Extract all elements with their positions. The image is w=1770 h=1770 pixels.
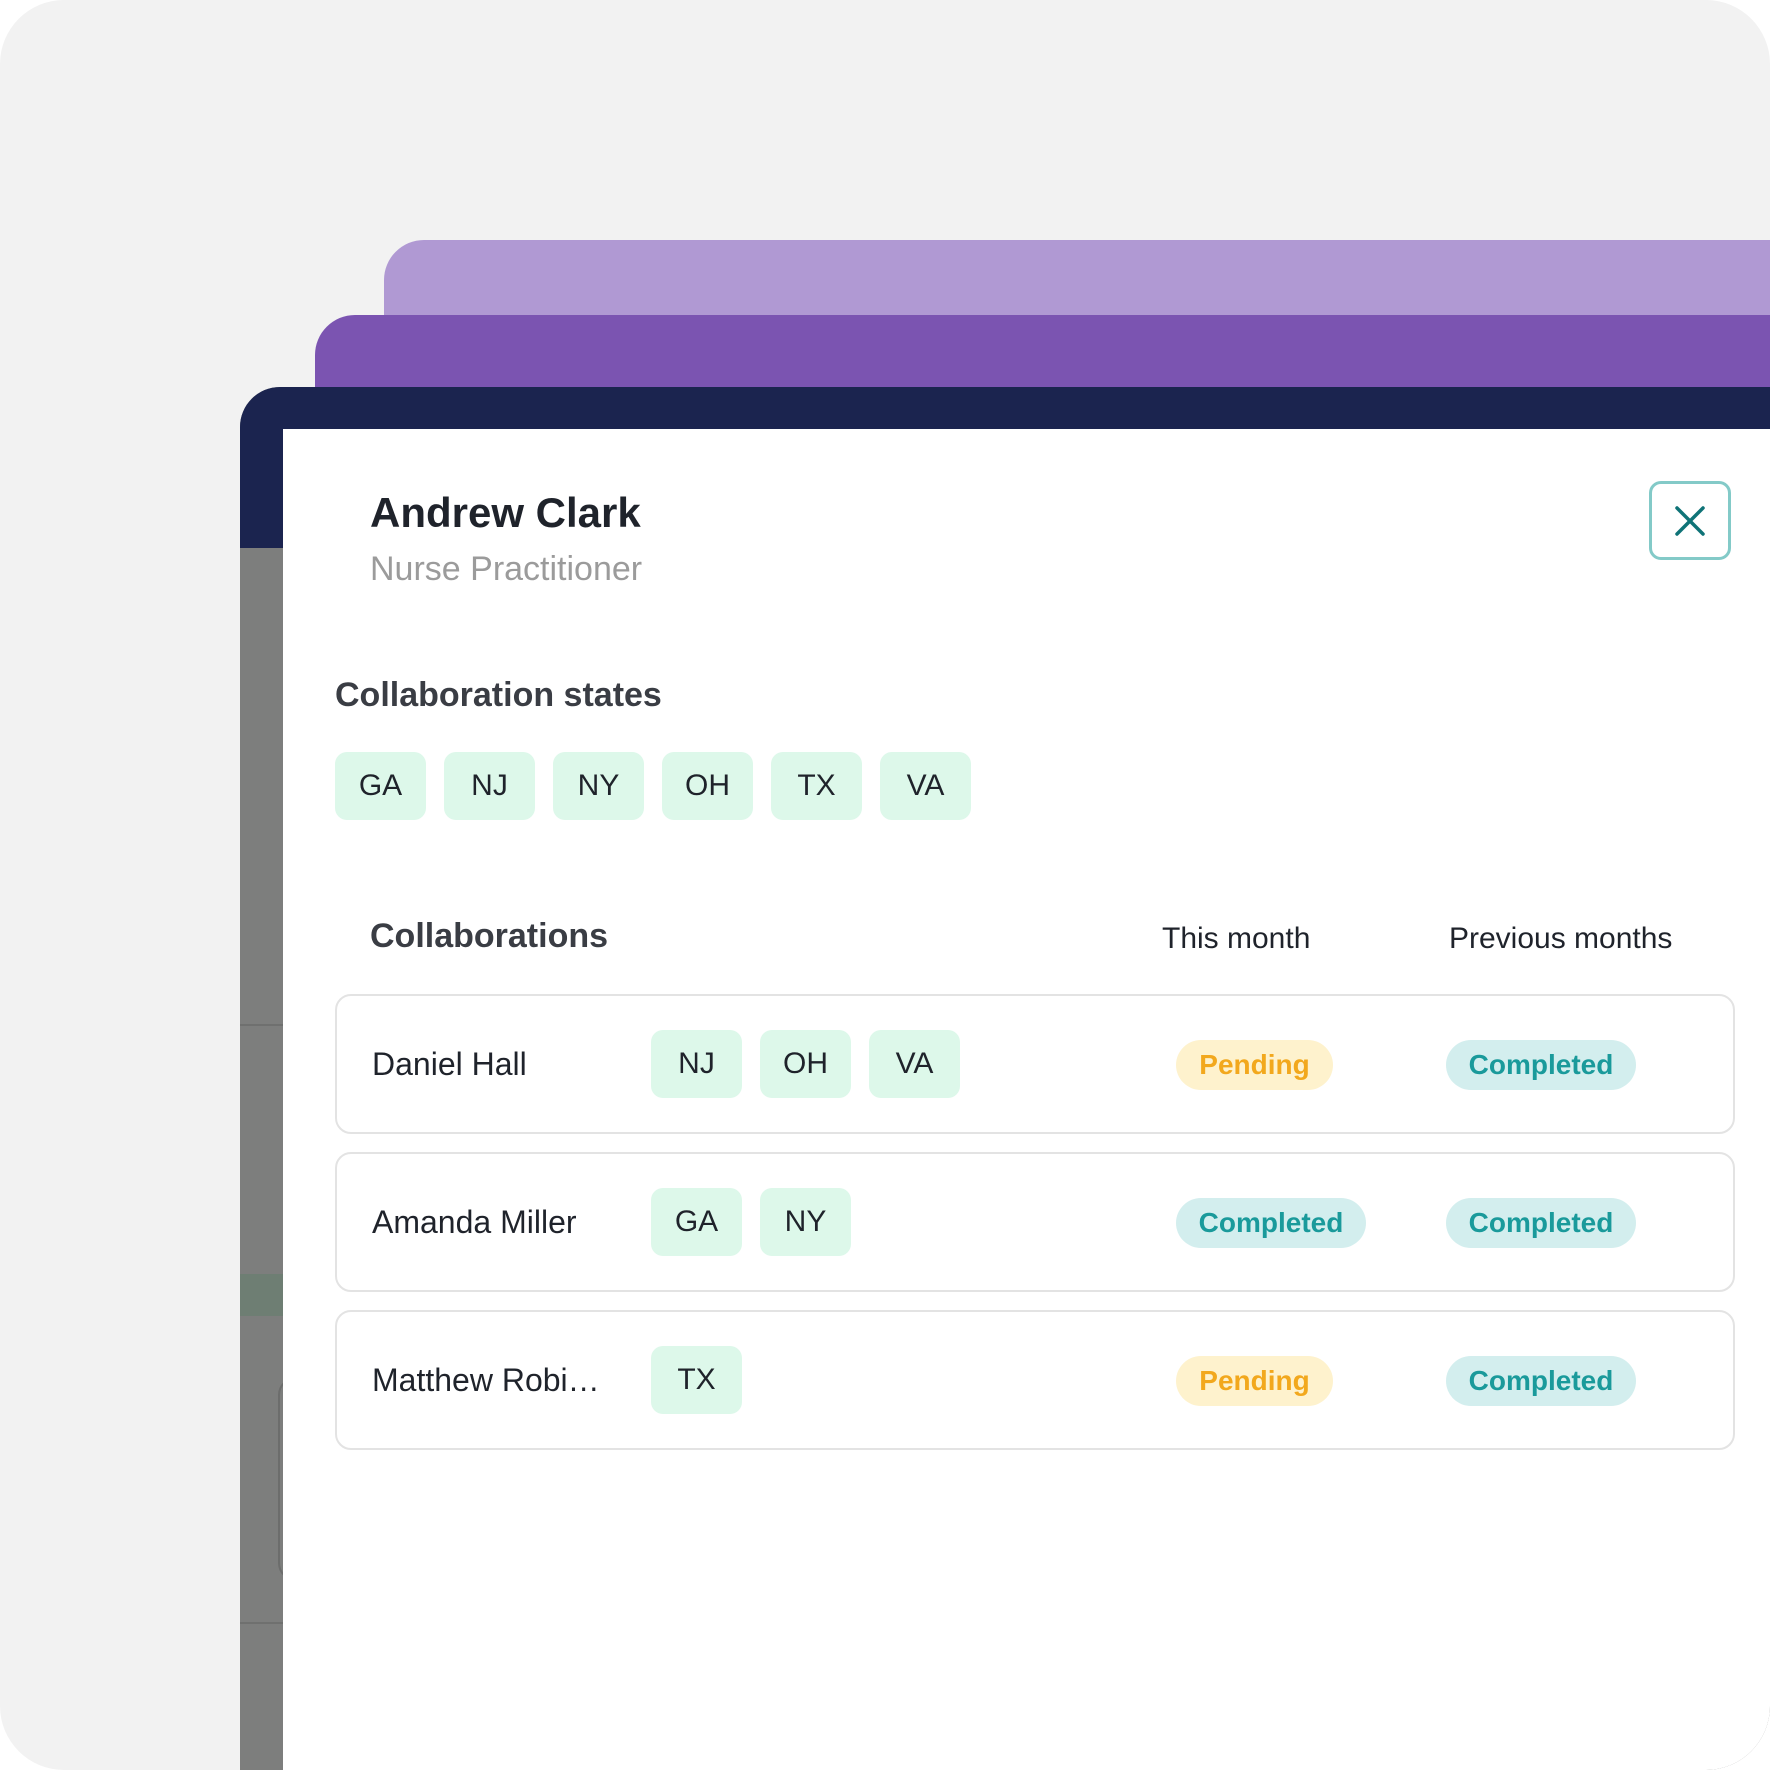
state-chip: GA bbox=[335, 752, 426, 820]
page-title: Andrew Clark bbox=[370, 489, 641, 536]
collaborations-heading: Collaborations bbox=[370, 917, 609, 955]
status-badge: Completed bbox=[1446, 1356, 1636, 1406]
column-header-previous-months: Previous months bbox=[1449, 922, 1673, 955]
state-chip: TX bbox=[651, 1346, 742, 1414]
state-chip: OH bbox=[760, 1030, 851, 1098]
person-role: Nurse Practitioner bbox=[370, 550, 643, 588]
table-row[interactable]: Daniel Hall NJ OH VA Pending Completed bbox=[335, 994, 1735, 1134]
state-chip: VA bbox=[869, 1030, 960, 1098]
canvas: Andrew Clark Nurse Practitioner Collabor… bbox=[0, 0, 1770, 1770]
collaborator-detail-panel: Andrew Clark Nurse Practitioner Collabor… bbox=[283, 429, 1770, 1770]
status-badge: Pending bbox=[1176, 1356, 1333, 1406]
collaborator-states: NJ OH VA bbox=[651, 1030, 960, 1098]
collaboration-states-heading: Collaboration states bbox=[335, 676, 662, 714]
collaborator-name: Amanda Miller bbox=[372, 1203, 577, 1240]
state-chip: OH bbox=[662, 752, 753, 820]
status-badge: Completed bbox=[1176, 1198, 1366, 1248]
collaboration-states-list: GA NJ NY OH TX VA bbox=[335, 752, 971, 820]
status-badge: Completed bbox=[1446, 1198, 1636, 1248]
collaborator-name: Daniel Hall bbox=[372, 1045, 527, 1082]
collaborations-list: Daniel Hall NJ OH VA Pending Completed Amanda … bbox=[335, 994, 1735, 1468]
collaborator-states: TX bbox=[651, 1346, 742, 1414]
state-chip: NJ bbox=[444, 752, 535, 820]
state-chip: GA bbox=[651, 1188, 742, 1256]
collaborator-name: Matthew Robi… bbox=[372, 1361, 600, 1398]
table-row[interactable]: Matthew Robi… TX Pending Completed bbox=[335, 1310, 1735, 1450]
collaborator-states: GA NY bbox=[651, 1188, 851, 1256]
column-header-this-month: This month bbox=[1162, 922, 1311, 955]
state-chip: TX bbox=[771, 752, 862, 820]
table-row[interactable]: Amanda Miller GA NY Completed Completed bbox=[335, 1152, 1735, 1292]
status-badge: Completed bbox=[1446, 1040, 1636, 1090]
state-chip: NY bbox=[553, 752, 644, 820]
state-chip: NY bbox=[760, 1188, 851, 1256]
state-chip: VA bbox=[880, 752, 971, 820]
close-icon bbox=[1675, 505, 1705, 536]
close-button[interactable] bbox=[1649, 481, 1731, 560]
status-badge: Pending bbox=[1176, 1040, 1333, 1090]
state-chip: NJ bbox=[651, 1030, 742, 1098]
